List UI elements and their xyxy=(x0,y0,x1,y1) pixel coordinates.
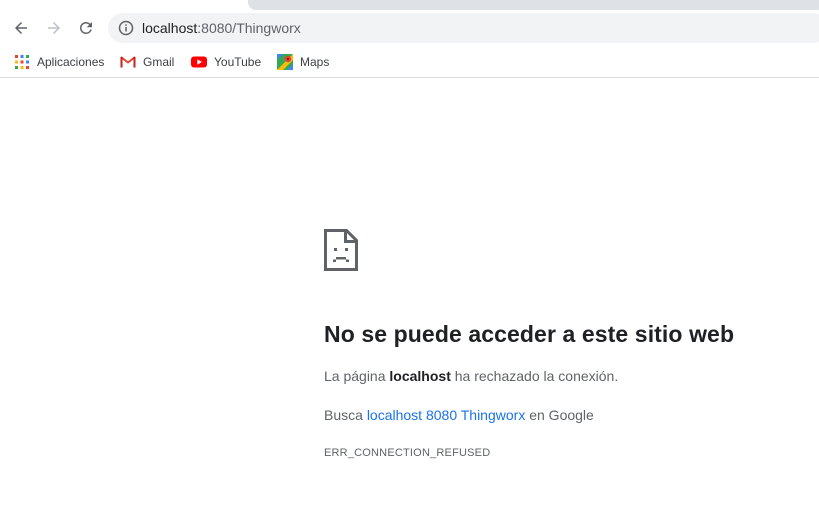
error-description: La página localhost ha rechazado la cone… xyxy=(324,368,618,384)
youtube-icon xyxy=(191,54,207,70)
arrow-left-icon xyxy=(15,22,27,34)
reload-button[interactable] xyxy=(72,14,100,42)
apps-grid-icon xyxy=(14,54,30,70)
google-search-link[interactable]: localhost 8080 Thingworx xyxy=(367,407,526,423)
reload-icon xyxy=(80,22,92,34)
bookmark-gmail[interactable]: Gmail xyxy=(120,52,174,72)
sad-page-icon xyxy=(324,229,358,271)
back-button[interactable] xyxy=(7,14,35,42)
gmail-icon xyxy=(120,54,136,70)
error-desc-prefix: La página xyxy=(324,368,390,384)
error-page: No se puede acceder a este sitio web La … xyxy=(0,79,819,520)
bookmark-label: Gmail xyxy=(143,55,175,69)
address-bar[interactable]: localhost:8080/Thingworx xyxy=(108,13,819,43)
error-host: localhost xyxy=(389,368,451,384)
error-desc-suffix: ha rechazado la conexión. xyxy=(450,368,619,384)
bookmark-label: Aplicaciones xyxy=(37,55,105,69)
tab-strip xyxy=(0,0,819,10)
bookmark-apps[interactable]: Aplicaciones xyxy=(14,52,104,72)
error-code: ERR_CONNECTION_REFUSED xyxy=(324,447,491,459)
tab-strip-background xyxy=(248,0,819,10)
url-text: localhost:8080/Thingworx xyxy=(142,20,301,36)
bookmark-label: Maps xyxy=(300,55,330,69)
error-title: No se puede acceder a este sitio web xyxy=(324,321,735,347)
arrow-right-icon xyxy=(48,22,60,34)
url-host: localhost xyxy=(142,20,198,36)
search-suffix: en Google xyxy=(525,407,594,423)
bookmark-label: YouTube xyxy=(214,55,262,69)
bookmark-maps[interactable]: Maps xyxy=(277,52,329,72)
search-prefix: Busca xyxy=(324,407,367,423)
maps-icon xyxy=(277,54,293,70)
forward-button[interactable] xyxy=(40,14,68,42)
error-search-suggestion: Busca localhost 8080 Thingworx en Google xyxy=(324,407,594,423)
info-icon[interactable] xyxy=(118,20,134,36)
bookmarks-bar: Aplicaciones Gmail YouTube Maps xyxy=(0,46,819,78)
browser-toolbar: localhost:8080/Thingworx xyxy=(0,10,819,46)
url-path: :8080/Thingworx xyxy=(197,20,301,36)
bookmark-youtube[interactable]: YouTube xyxy=(191,52,261,72)
